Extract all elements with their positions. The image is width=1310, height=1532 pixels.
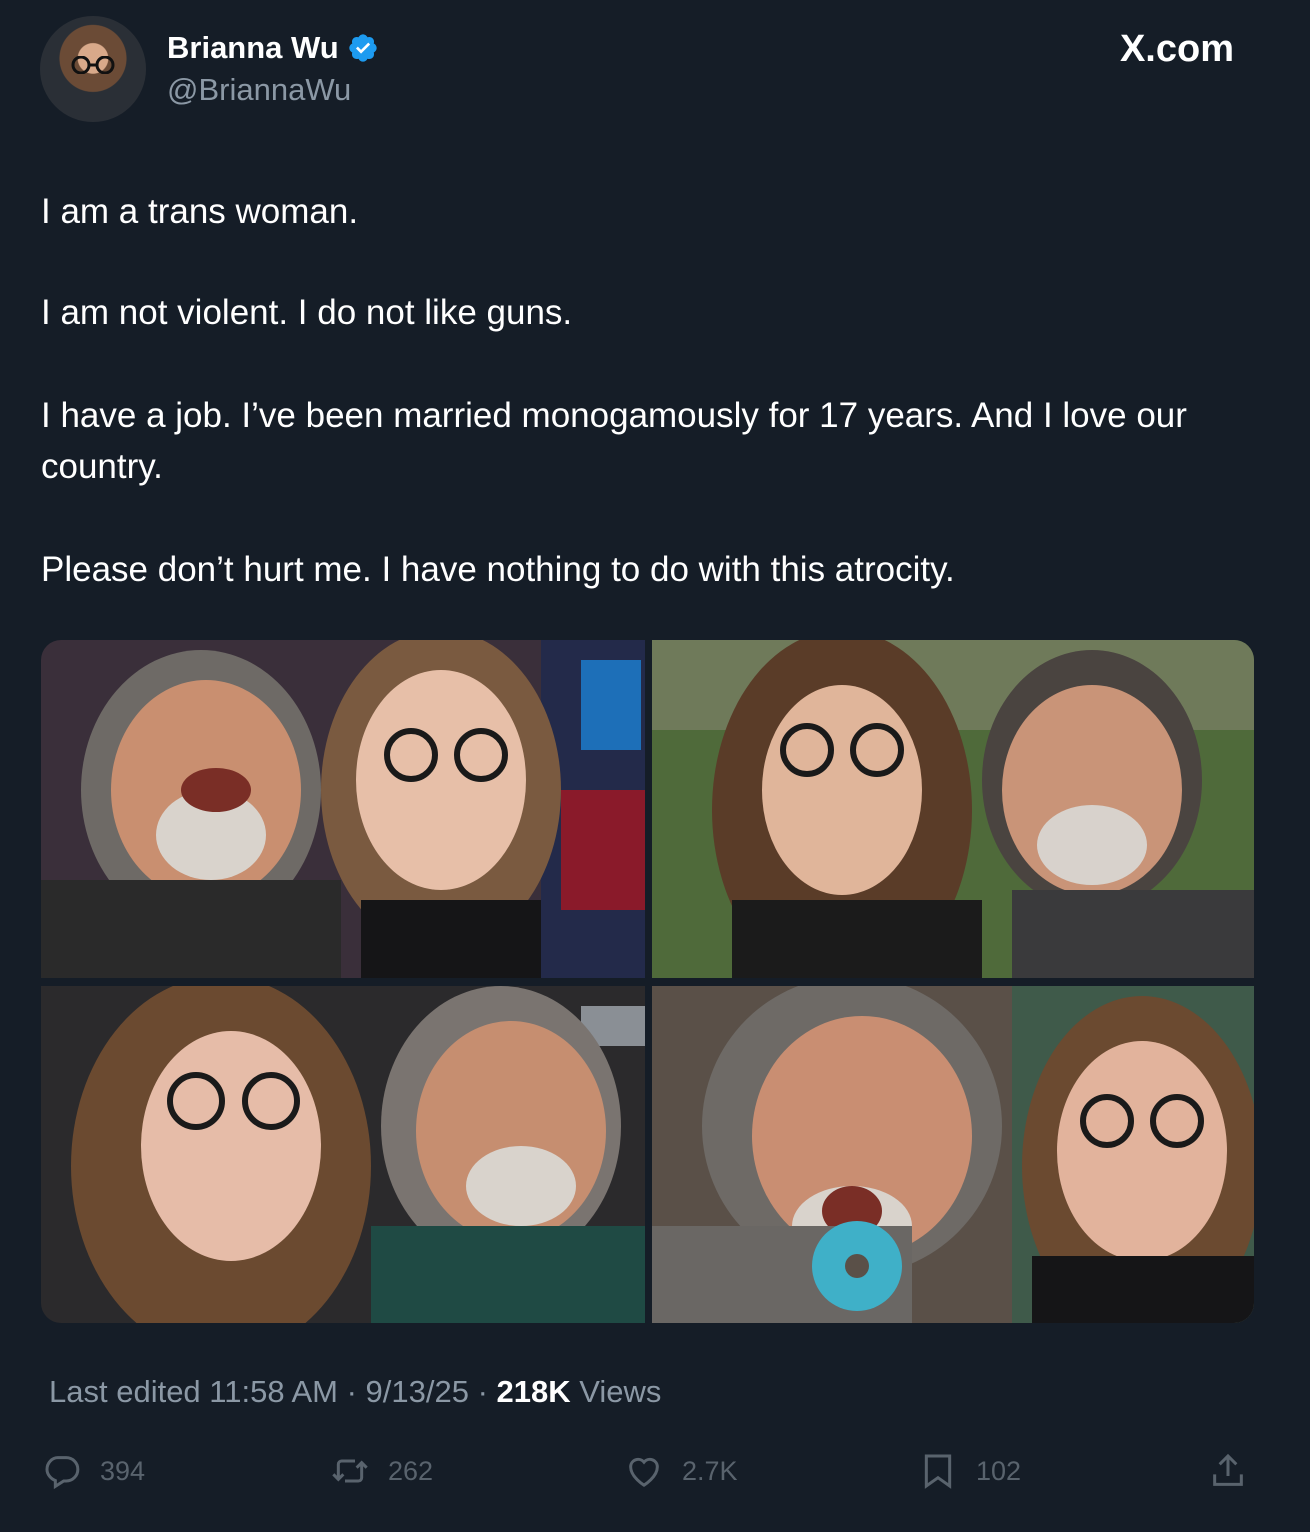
site-watermark: X.com [1119, 28, 1234, 70]
photo-2-image [652, 640, 1254, 978]
tweet-paragraph: I have a job. I’ve been married monogamo… [41, 396, 1187, 486]
post-date[interactable]: 9/13/25 [366, 1374, 469, 1410]
photo-2[interactable] [652, 640, 1254, 978]
photo-4[interactable] [652, 986, 1254, 1323]
photo-3-image [41, 986, 645, 1323]
like-button[interactable]: 2.7K [624, 1448, 738, 1494]
meta-separator: · [337, 1374, 366, 1409]
verified-badge-icon [349, 34, 377, 62]
heart-icon [629, 1457, 659, 1487]
bookmark-icon [924, 1454, 952, 1489]
avatar-glasses-icon [71, 56, 115, 74]
author-handle[interactable]: @BriannaWu [167, 72, 351, 108]
edited-time[interactable]: Last edited 11:58 AM [49, 1374, 338, 1410]
like-count: 2.7K [682, 1455, 738, 1486]
repost-count: 262 [388, 1455, 434, 1486]
views-label: Views [570, 1374, 662, 1409]
author-name[interactable]: Brianna Wu [167, 30, 379, 66]
action-bar: 394 262 2.7K 102 [0, 1448, 1310, 1494]
reply-icon [45, 1456, 80, 1490]
author-avatar[interactable] [40, 16, 146, 122]
photo-1[interactable] [41, 640, 645, 978]
tweet-text: I am a trans woman. I am not violent. I … [41, 186, 1241, 595]
bookmark-count: 102 [976, 1455, 1022, 1486]
photo-1-image [41, 640, 645, 978]
meta-separator: · [468, 1374, 497, 1409]
author-name-text: Brianna Wu [167, 30, 339, 65]
photo-grid [41, 640, 1254, 1323]
bookmark-button[interactable]: 102 [918, 1448, 1021, 1494]
repost-button[interactable]: 262 [330, 1448, 433, 1494]
tweet-paragraph: I am not violent. I do not like guns. [41, 293, 573, 332]
share-icon [1213, 1453, 1243, 1486]
share-button[interactable] [1208, 1448, 1248, 1494]
tweet-meta: Last edited 11:58 AM · 9/13/25 · 218K Vi… [49, 1374, 661, 1410]
views-count: 218K [496, 1374, 571, 1409]
reply-button[interactable]: 394 [42, 1448, 145, 1494]
tweet-paragraph: I am a trans woman. [41, 192, 359, 231]
reply-count: 394 [100, 1455, 146, 1486]
photo-3[interactable] [41, 986, 645, 1323]
photo-4-image [652, 986, 1254, 1323]
repost-icon [332, 1459, 368, 1483]
tweet-paragraph: Please don’t hurt me. I have nothing to … [41, 550, 955, 589]
